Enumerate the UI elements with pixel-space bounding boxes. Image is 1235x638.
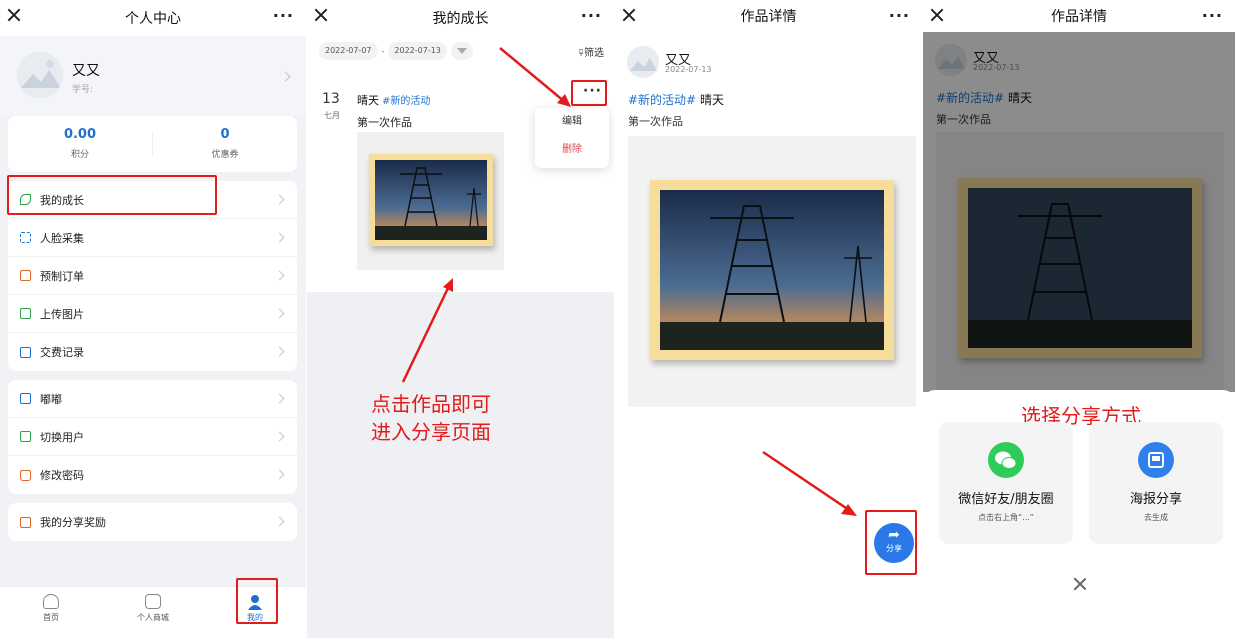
- chevron-right-icon: [274, 516, 285, 527]
- menu-item-label: 交费记录: [40, 346, 84, 359]
- menu-item-label: 我的分享奖励: [40, 516, 106, 529]
- chevron-right-icon: [274, 469, 285, 480]
- menu-item-face-capture[interactable]: 人脸采集: [8, 219, 297, 257]
- share-sheet: 选择分享方式 微信好友/朋友圈 点击右上角“...” 海报分享 去生成: [923, 390, 1235, 638]
- coupons-value: 0: [220, 127, 230, 142]
- close-sheet-icon[interactable]: [1073, 577, 1087, 591]
- menu-item-label: 切换用户: [40, 430, 84, 444]
- chevron-right-icon: [274, 308, 285, 319]
- page-title: 个人中心: [125, 11, 181, 27]
- user-name: 又又: [72, 63, 100, 79]
- tab-home[interactable]: 首页: [0, 587, 102, 638]
- profile-header[interactable]: 又又 学号:: [0, 36, 306, 116]
- highlight-mine-tab: [236, 578, 278, 624]
- chevron-right-icon: [274, 194, 285, 205]
- menu-item-dudu[interactable]: 嘟嘟: [8, 380, 297, 418]
- student-id-label: 学号:: [72, 85, 94, 95]
- share-option-wechat[interactable]: 微信好友/朋友圈 点击右上角“...”: [939, 422, 1073, 544]
- menu-item-label: 预制订单: [40, 269, 84, 283]
- switch-user-icon: [20, 431, 31, 442]
- chevron-right-icon: [274, 393, 285, 404]
- menu-group-rewards: 我的分享奖励: [8, 503, 297, 541]
- chevron-right-icon: [274, 232, 285, 243]
- menu-item-payment-records[interactable]: 交费记录: [8, 333, 297, 371]
- close-icon[interactable]: [7, 8, 21, 22]
- menu-item-label: 人脸采集: [40, 231, 84, 245]
- menu-item-switch-user[interactable]: 切换用户: [8, 418, 297, 456]
- option-hint: 点击右上角“...”: [978, 513, 1034, 522]
- wechat-icon: [988, 442, 1024, 478]
- arrow-to-share: [762, 450, 850, 512]
- chevron-right-icon: [274, 270, 285, 281]
- mail-icon: [20, 393, 31, 404]
- record-icon: [20, 346, 31, 358]
- coupons-label: 优惠券: [211, 150, 239, 160]
- menu-item-preorder[interactable]: 预制订单: [8, 257, 297, 295]
- more-icon[interactable]: ···: [1202, 6, 1223, 25]
- menu-item-share-rewards[interactable]: 我的分享奖励: [8, 503, 297, 541]
- home-icon: [43, 594, 59, 609]
- menu-item-label: 上传图片: [40, 307, 84, 321]
- tab-label: 个人商城: [137, 613, 169, 622]
- points-value: 0.00: [63, 127, 97, 142]
- chevron-right-icon: [274, 346, 285, 357]
- option-hint: 去生成: [1144, 513, 1168, 522]
- more-icon[interactable]: ···: [273, 6, 294, 25]
- option-name: 海报分享: [1129, 492, 1182, 507]
- menu-group-account: 嘟嘟 切换用户 修改密码: [8, 380, 297, 494]
- menu-item-change-password[interactable]: 修改密码: [8, 456, 297, 494]
- face-scan-icon: [20, 232, 31, 243]
- growth-screen: 我的成长 ··· 2022-07-07 - 2022-07-13 ⍫筛选 13 …: [307, 0, 614, 638]
- highlight-growth: [7, 175, 217, 215]
- chevron-right-icon: [280, 71, 291, 82]
- arrow-to-artwork: [401, 285, 451, 383]
- share-sheet-screen: 作品详情 ··· 又又 2022-07-13 #新的活动# 晴天 第一次作品 选…: [923, 0, 1235, 638]
- lock-icon: [20, 469, 31, 481]
- share-option-poster[interactable]: 海报分享 去生成: [1089, 422, 1223, 544]
- menu-item-label: 修改密码: [40, 469, 84, 482]
- points-stat[interactable]: 0.00 积分: [8, 116, 152, 172]
- annotation-line: 进入分享页面: [371, 420, 491, 444]
- modal-overlay[interactable]: [923, 32, 1235, 392]
- chevron-right-icon: [274, 431, 285, 442]
- image-icon: [20, 308, 31, 319]
- stats-card: 0.00 积分 0 优惠券: [8, 116, 297, 172]
- tab-label: 首页: [43, 613, 59, 622]
- menu-item-label: 嘟嘟: [40, 392, 62, 406]
- poster-icon: [1138, 442, 1174, 478]
- artwork-detail-screen: 作品详情 ··· 又又 2022-07-13 #新的活动# 晴天 第一次作品 ➦…: [615, 0, 922, 638]
- profile-screen: 个人中心 ··· 又又 学号: 0.00 积分 0 优惠券 我的成长 人脸采集 …: [0, 0, 306, 638]
- avatar-image: [17, 52, 63, 98]
- coupons-stat[interactable]: 0 优惠券: [153, 116, 297, 172]
- menu-item-upload-image[interactable]: 上传图片: [8, 295, 297, 333]
- gift-icon: [20, 516, 31, 528]
- tab-shop[interactable]: 个人商城: [102, 587, 204, 638]
- top-bar: 个人中心 ···: [0, 0, 306, 36]
- close-icon[interactable]: [930, 8, 944, 22]
- highlight-share-button: [865, 510, 917, 575]
- top-bar: 作品详情 ···: [923, 0, 1235, 32]
- annotation-arrows: [401, 47, 571, 383]
- option-name: 微信好友/朋友圈: [958, 492, 1054, 507]
- points-label: 积分: [70, 150, 89, 160]
- annotation-line: 点击作品即可: [371, 392, 491, 416]
- shop-icon: [145, 594, 161, 609]
- page-title: 作品详情: [1051, 9, 1107, 25]
- annotation-text: 点击作品即可 进入分享页面: [371, 390, 491, 446]
- arrow-to-more: [499, 47, 566, 103]
- order-icon: [20, 270, 31, 281]
- avatar[interactable]: [17, 52, 63, 98]
- screenshot-collage: 个人中心 ··· 又又 学号: 0.00 积分 0 优惠券 我的成长 人脸采集 …: [0, 0, 1235, 638]
